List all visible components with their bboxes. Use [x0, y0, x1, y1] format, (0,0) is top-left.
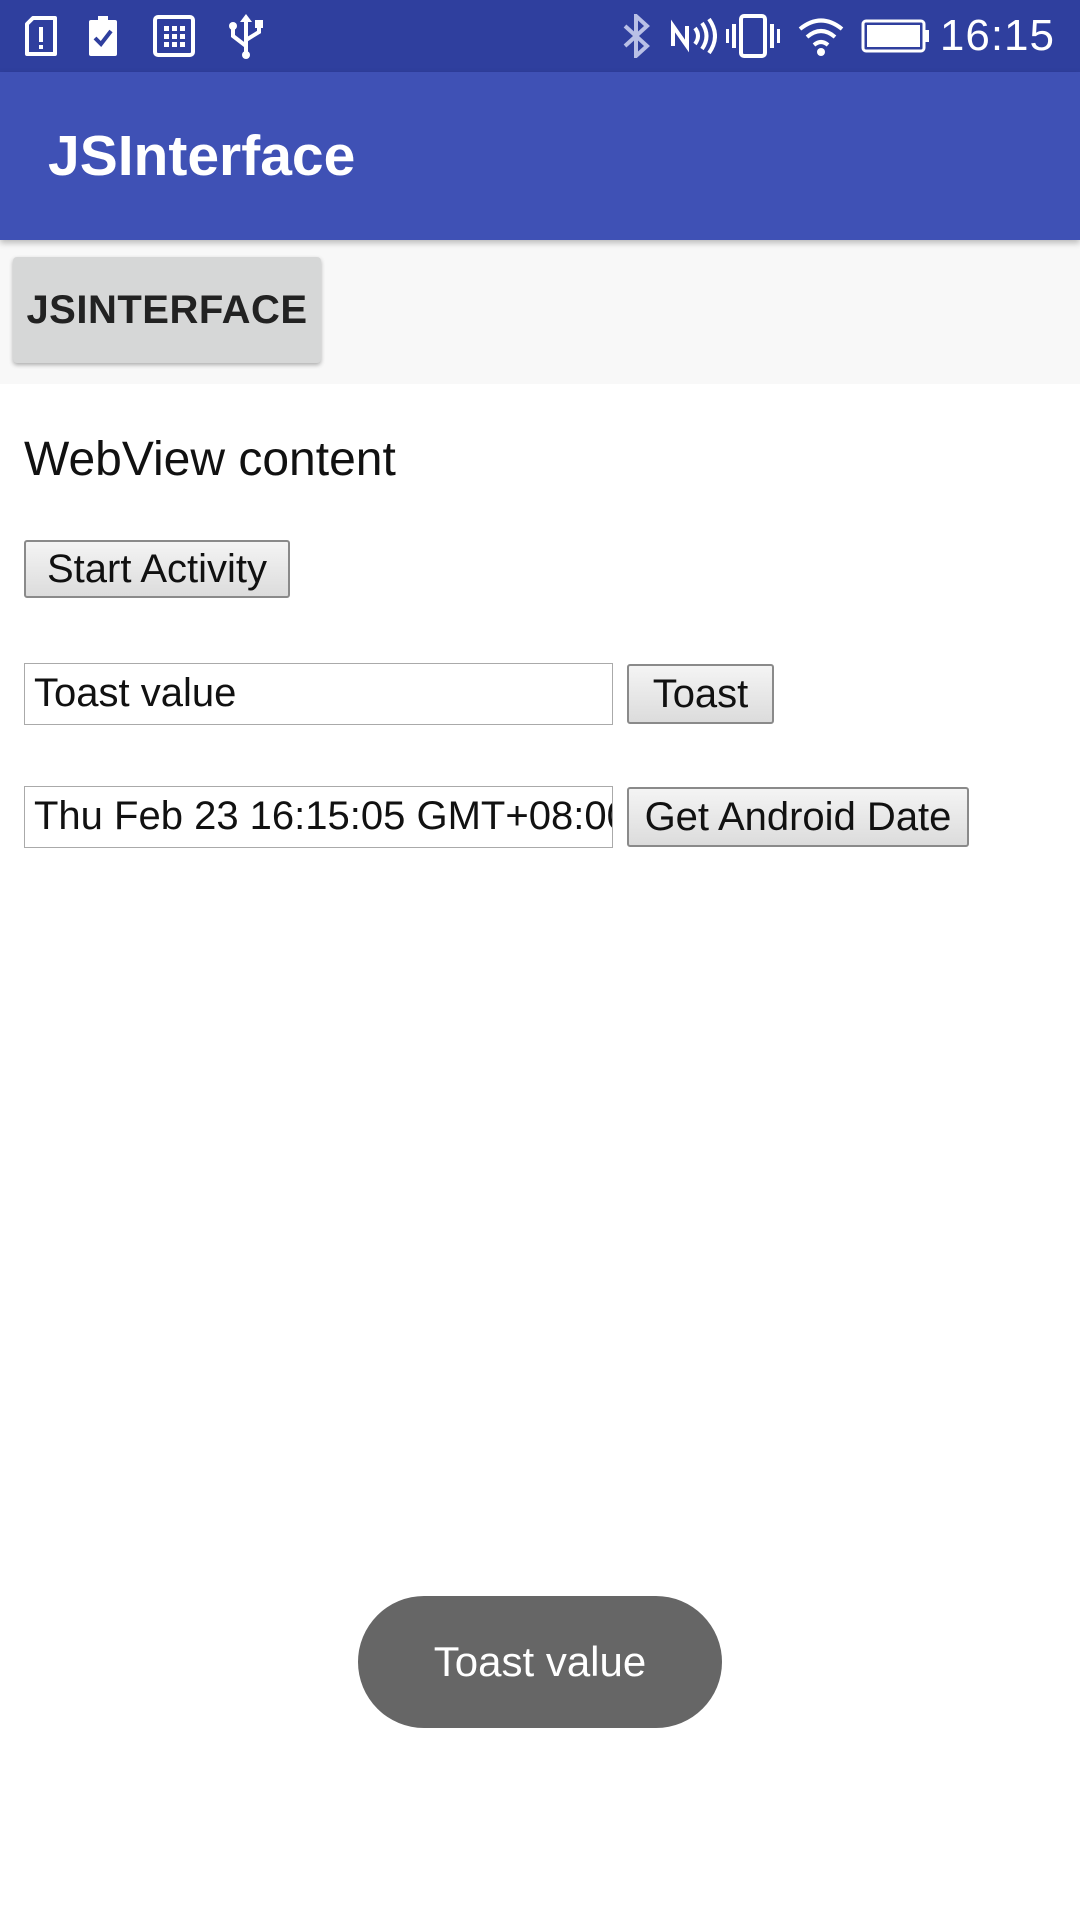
get-android-date-button[interactable]: Get Android Date [627, 787, 969, 847]
clipboard-check-icon [86, 12, 120, 60]
app-title: JSInterface [48, 124, 356, 188]
alert-icon [20, 12, 62, 60]
battery-icon [860, 12, 932, 60]
jsinterface-button[interactable]: JSINTERFACE [13, 257, 321, 363]
sim-keypad-icon [152, 12, 196, 60]
nfc-icon [670, 12, 718, 60]
bluetooth-icon [618, 12, 654, 60]
status-bar: 16:15 [0, 0, 1080, 72]
wifi-icon [796, 12, 846, 60]
toast-input[interactable]: Toast value [24, 663, 613, 725]
app-bar: JSInterface [0, 72, 1080, 240]
toast-message: Toast value [358, 1596, 722, 1728]
webview-heading: WebView content [24, 433, 396, 486]
usb-icon [224, 12, 268, 60]
native-button-strip: JSINTERFACE [0, 240, 1080, 384]
start-activity-button[interactable]: Start Activity [24, 540, 290, 598]
toast-button[interactable]: Toast [627, 664, 774, 724]
vibrate-icon [726, 12, 780, 60]
status-time: 16:15 [939, 11, 1055, 60]
date-input[interactable]: Thu Feb 23 16:15:05 GMT+08:00 [24, 786, 613, 848]
